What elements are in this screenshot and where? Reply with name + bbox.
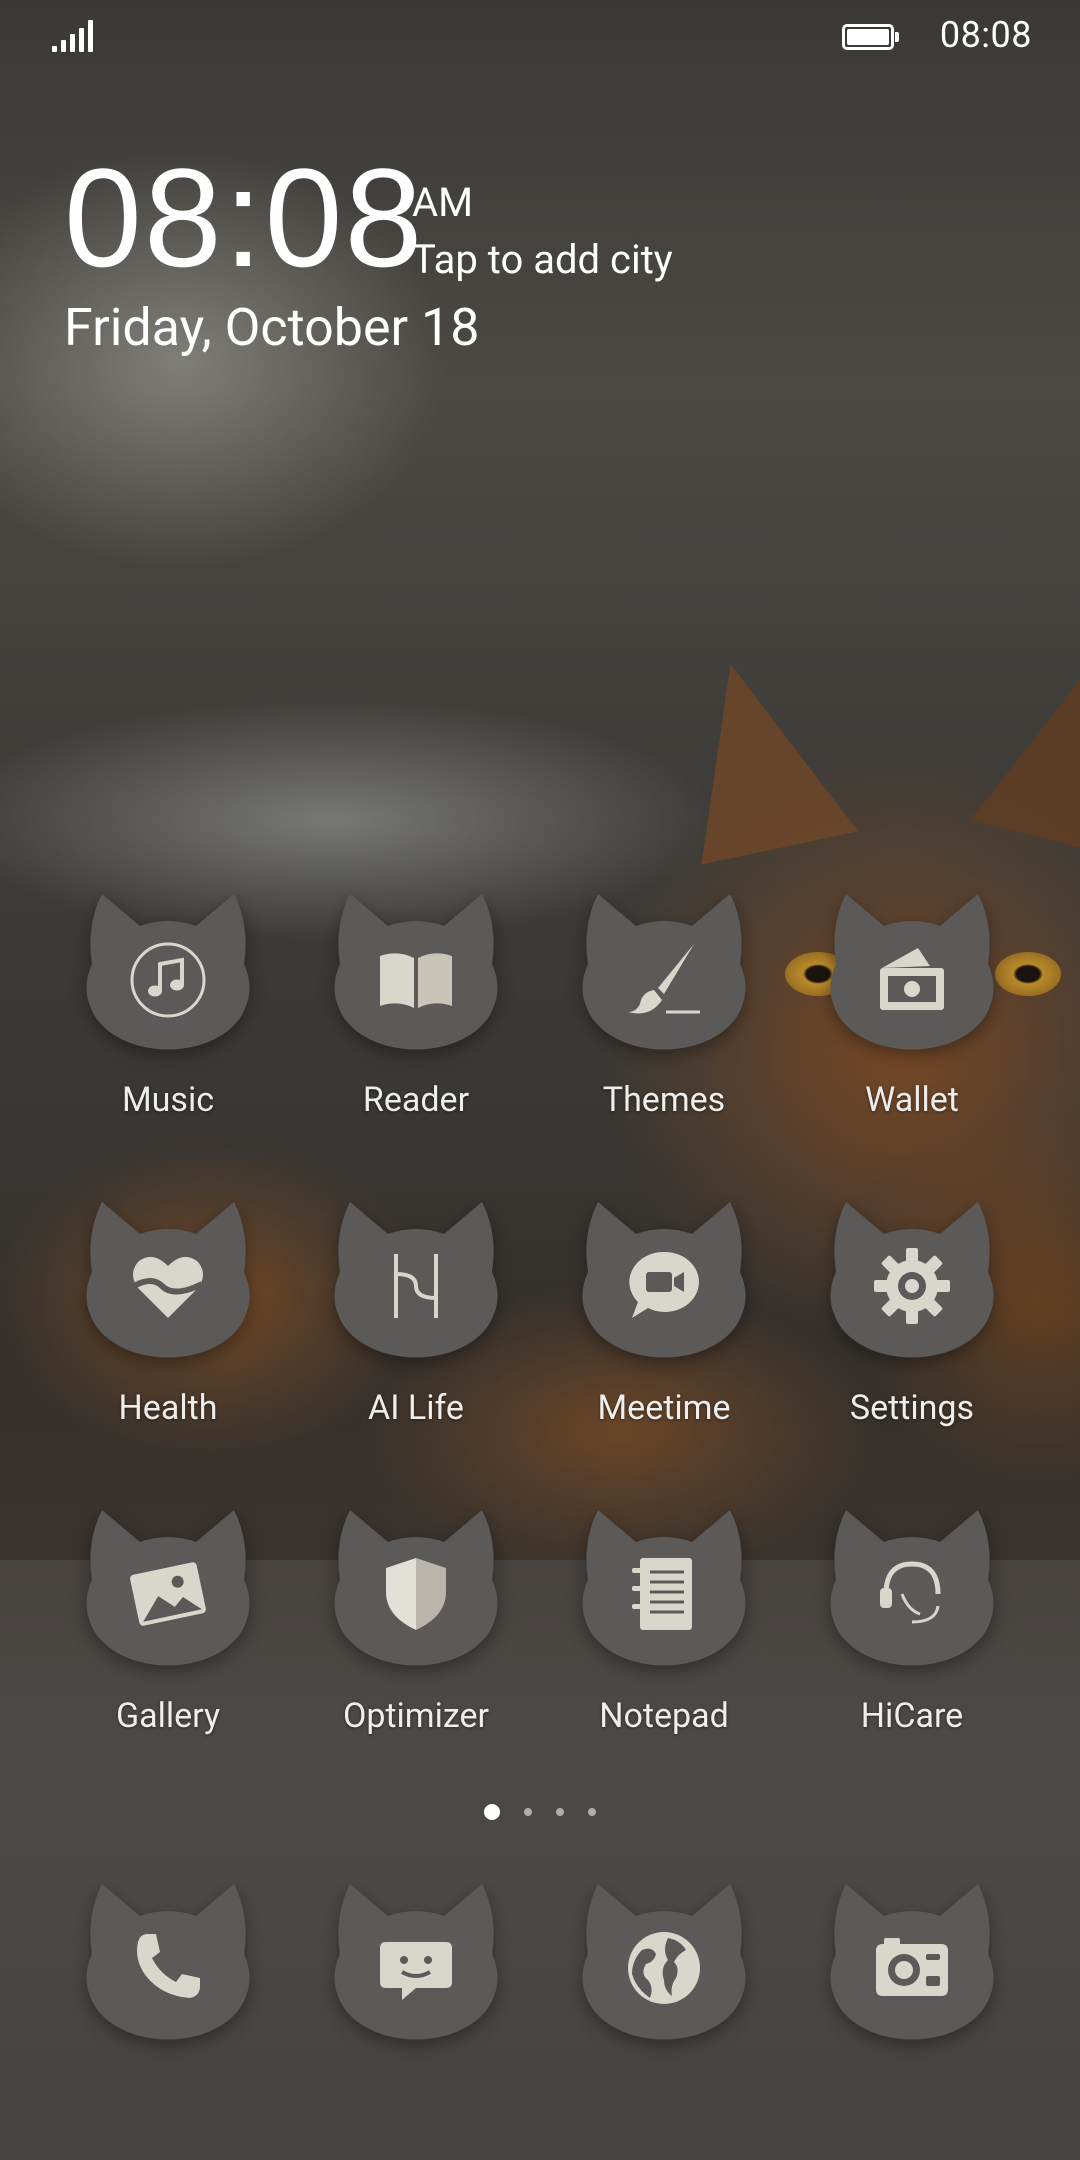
clock-ampm: AM (412, 179, 474, 226)
app-label: HiCare (860, 1696, 964, 1736)
page-dot[interactable] (556, 1808, 564, 1816)
app-label: Notepad (599, 1696, 729, 1736)
app-label: Gallery (115, 1696, 221, 1736)
video-call-icon (629, 1251, 699, 1318)
dock-camera[interactable] (802, 1876, 1022, 2048)
globe-icon (628, 1932, 700, 2004)
app-label: Themes (602, 1080, 726, 1120)
gear-icon (874, 1248, 950, 1324)
signal-icon (52, 20, 93, 52)
page-dot[interactable] (588, 1808, 596, 1816)
notepad-icon (632, 1558, 692, 1630)
app-meetime[interactable]: Meetime (554, 1194, 774, 1428)
clock-time[interactable]: 08:08 (64, 148, 424, 288)
app-notepad[interactable]: Notepad (554, 1502, 774, 1736)
app-label: Meetime (597, 1388, 731, 1428)
clock-date[interactable]: Friday, October 18 (64, 302, 480, 354)
battery-icon (842, 24, 899, 50)
app-ai-life[interactable]: AI Life (306, 1194, 526, 1428)
music-note-icon (130, 942, 206, 1018)
page-dot-active[interactable] (484, 1804, 500, 1820)
wallet-icon (880, 948, 944, 1010)
heart-icon (132, 1256, 204, 1318)
status-bar: 08:08 (0, 0, 1080, 72)
app-label: Health (118, 1388, 218, 1428)
picture-icon (130, 1562, 206, 1626)
book-icon (380, 953, 452, 1008)
app-label: Wallet (865, 1080, 959, 1120)
app-themes[interactable]: Themes (554, 886, 774, 1120)
app-label: Settings (849, 1388, 975, 1428)
app-label: Music (121, 1080, 215, 1120)
headset-icon (880, 1561, 941, 1624)
message-icon (380, 1942, 452, 2000)
camera-icon (876, 1938, 948, 1996)
page-indicator[interactable] (0, 1804, 1080, 1824)
app-music[interactable]: Music (58, 886, 278, 1120)
dock-browser[interactable] (554, 1876, 774, 2048)
app-gallery[interactable]: Gallery (58, 1502, 278, 1736)
app-health[interactable]: Health (58, 1194, 278, 1428)
paintbrush-icon (628, 944, 700, 1014)
home-screen: 08:08 08:08 AM Tap to add city Friday, O… (0, 0, 1080, 2160)
app-wallet[interactable]: Wallet (802, 886, 1022, 1120)
status-time: 08:08 (939, 14, 1032, 56)
app-label: AI Life (368, 1388, 464, 1428)
dock-phone[interactable] (58, 1876, 278, 2048)
app-settings[interactable]: Settings (802, 1194, 1022, 1428)
ai-life-icon (394, 1254, 438, 1318)
add-city-link[interactable]: Tap to add city (412, 240, 673, 280)
app-label: Reader (362, 1080, 470, 1120)
app-hicare[interactable]: HiCare (802, 1502, 1022, 1736)
app-optimizer[interactable]: Optimizer (306, 1502, 526, 1736)
page-dot[interactable] (524, 1808, 532, 1816)
shield-icon (386, 1558, 446, 1630)
app-reader[interactable]: Reader (306, 886, 526, 1120)
app-label: Optimizer (342, 1696, 490, 1736)
phone-icon (137, 1934, 200, 1998)
dock-messages[interactable] (306, 1876, 526, 2048)
